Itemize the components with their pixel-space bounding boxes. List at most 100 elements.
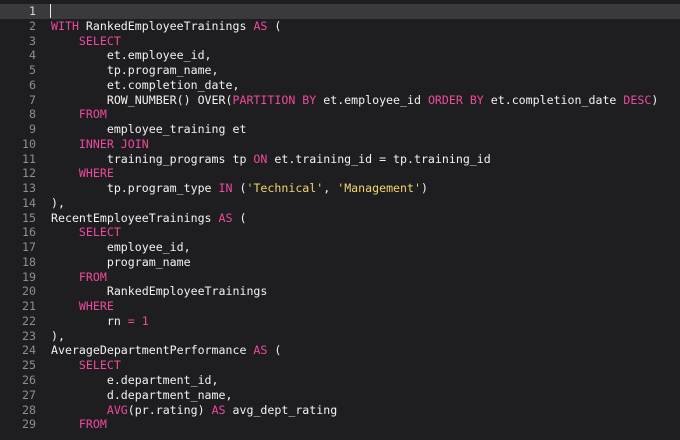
code-line[interactable]: 19 FROM	[0, 270, 680, 285]
text-token: e.department_id,	[51, 373, 219, 387]
line-number: 16	[22, 225, 36, 240]
line-code: AVG(pr.rating) AS avg_dept_rating	[51, 403, 337, 418]
code-line[interactable]: 10 INNER JOIN	[0, 137, 680, 152]
line-code: employee_training et	[51, 122, 247, 137]
line-code: RankedEmployeeTrainings	[51, 284, 268, 299]
keyword-token: AS	[218, 210, 233, 225]
code-line[interactable]: 6 et.completion_date,	[0, 78, 680, 93]
line-number: 11	[22, 151, 36, 166]
line-number: 18	[22, 254, 36, 269]
code-line[interactable]: 26 e.department_id,	[0, 373, 680, 388]
number-token: 1	[141, 313, 149, 328]
text-token: rn	[51, 313, 128, 328]
code-line[interactable]: 5 tp.program_name,	[0, 63, 680, 78]
text-token: (	[267, 343, 282, 358]
text-token: RecentEmployeeTrainings	[51, 210, 219, 225]
line-number: 13	[22, 181, 36, 196]
code-line[interactable]: 28 AVG(pr.rating) AS avg_dept_rating	[0, 403, 680, 418]
line-code: FROM	[51, 270, 107, 285]
line-number: 27	[22, 387, 36, 402]
text-token: (	[267, 18, 282, 33]
text-token: ),	[51, 328, 65, 343]
text-token: employee_training et	[51, 122, 247, 137]
line-code: SELECT	[51, 358, 121, 373]
code-line[interactable]: 20 RankedEmployeeTrainings	[0, 284, 680, 299]
code-line[interactable]: 22 rn = 1	[0, 314, 680, 329]
line-code: program_name	[51, 255, 191, 270]
keyword-token: AVG	[106, 402, 128, 417]
code-line[interactable]: 24 AverageDepartmentPerformance AS (	[0, 343, 680, 358]
line-number: 21	[22, 299, 36, 314]
line-code: training_programs tp ON et.training_id =…	[51, 152, 491, 167]
line-number: 20	[22, 284, 36, 299]
text-token: et.employee_id	[316, 92, 428, 107]
keyword-token: AS	[253, 18, 268, 33]
line-number: 8	[29, 107, 36, 122]
text-token: et.training_id = tp.training_id	[267, 151, 491, 166]
text-token: (pr.rating)	[127, 402, 212, 417]
line-code: rn = 1	[51, 314, 149, 329]
code-line[interactable]: 18 program_name	[0, 255, 680, 270]
line-number: 25	[22, 358, 36, 373]
code-line[interactable]: 4 et.employee_id,	[0, 48, 680, 63]
text-token: training_programs tp	[51, 151, 254, 166]
text-token: tp.program_type	[51, 181, 219, 196]
line-number: 28	[22, 402, 36, 417]
line-code: tp.program_name,	[51, 63, 219, 78]
text-token: RankedEmployeeTrainings	[51, 284, 268, 299]
keyword-token: ON	[253, 151, 268, 166]
keyword-token: DESC	[623, 92, 652, 107]
line-number: 22	[22, 313, 36, 328]
line-number: 5	[29, 63, 36, 78]
code-editor[interactable]: 1 2 WITH RankedEmployeeTrainings AS (3 SEL…	[0, 0, 680, 440]
line-number: 24	[22, 343, 36, 358]
line-number: 4	[29, 48, 36, 63]
keyword-token: SELECT	[78, 33, 121, 48]
line-number: 29	[22, 417, 36, 432]
line-number: 23	[22, 328, 36, 343]
code-line[interactable]: 17 employee_id,	[0, 240, 680, 255]
text-token: RankedEmployeeTrainings	[78, 18, 254, 33]
line-code: tp.program_type IN ('Technical', 'Manage…	[51, 181, 428, 196]
line-code: et.completion_date,	[51, 77, 240, 93]
keyword-token: AS	[211, 402, 226, 417]
code-line[interactable]: 27 d.department_name,	[0, 388, 680, 403]
code-line[interactable]: 25 SELECT	[0, 358, 680, 373]
line-code: WHERE	[51, 299, 114, 314]
line-code: WITH RankedEmployeeTrainings AS (	[51, 19, 281, 34]
code-line[interactable]: 14),	[0, 196, 680, 211]
text-token: et.completion_date,	[51, 77, 240, 92]
code-line[interactable]: 8 FROM	[0, 107, 680, 122]
text-token: (	[232, 210, 247, 225]
keyword-token: FROM	[78, 107, 107, 122]
code-line[interactable]: 1	[0, 4, 680, 19]
text-token: d.department_name,	[51, 387, 233, 402]
string-token: 'Management'	[337, 181, 421, 196]
text-token: et.completion_date	[483, 92, 624, 107]
code-line[interactable]: 21 WHERE	[0, 299, 680, 314]
code-line[interactable]: 11 training_programs tp ON et.training_i…	[0, 152, 680, 167]
code-line[interactable]: 3 SELECT	[0, 34, 680, 49]
code-line[interactable]: 12 WHERE	[0, 166, 680, 181]
keyword-token: FROM	[78, 417, 107, 432]
code-line[interactable]: 13 tp.program_type IN ('Technical', 'Man…	[0, 181, 680, 196]
keyword-token: WITH	[51, 18, 79, 33]
code-line[interactable]: 2 WITH RankedEmployeeTrainings AS (	[0, 19, 680, 34]
code-line[interactable]: 15 RecentEmployeeTrainings AS (	[0, 211, 680, 226]
code-line[interactable]: 23),	[0, 329, 680, 344]
code-line[interactable]: 9 employee_training et	[0, 122, 680, 137]
code-line[interactable]: 29 FROM	[0, 417, 680, 432]
line-number: 3	[29, 33, 36, 48]
code-line[interactable]: 16 SELECT	[0, 225, 680, 240]
code-line[interactable]: 7 ROW_NUMBER() OVER(PARTITION BY et.empl…	[0, 93, 680, 108]
